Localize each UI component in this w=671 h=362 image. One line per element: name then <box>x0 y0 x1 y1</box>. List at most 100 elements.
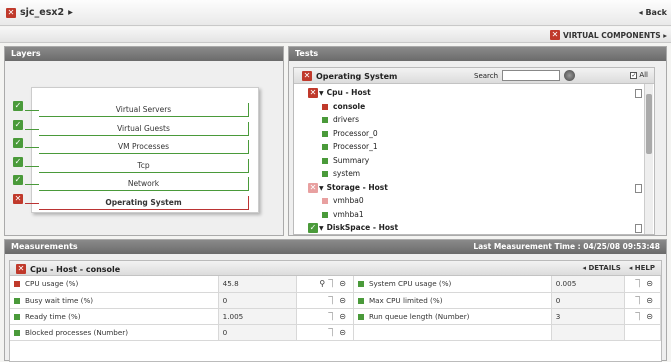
history-icon[interactable]: ⊝ <box>339 279 346 288</box>
history-icon[interactable]: ⊝ <box>339 312 346 321</box>
measurement-value <box>551 324 625 341</box>
search-input[interactable] <box>502 70 560 81</box>
chart-icon[interactable]: ⏋ <box>328 295 336 306</box>
test-group-label: DiskSpace - Host <box>326 223 399 232</box>
server-title[interactable]: ✕ sjc_esx2 ▸ <box>6 7 73 18</box>
test-tree: ✕ ▼ Cpu - Host console drivers Processor_0 Pro… <box>308 88 648 234</box>
status-square-icon <box>322 144 328 150</box>
layer-item[interactable]: ✕ Operating System <box>13 193 256 210</box>
layer-label: Tcp <box>39 158 249 173</box>
back-link[interactable]: ◂ Back <box>639 8 667 17</box>
tests-title: Tests <box>289 47 666 61</box>
history-icon[interactable]: ⊝ <box>339 328 346 337</box>
test-item-label: vmhba1 <box>333 209 364 219</box>
measurement-label: Blocked processes (Number) <box>25 327 129 337</box>
measurements-panel: Measurements Last Measurement Time : 04/… <box>4 239 667 362</box>
tests-scrollbar[interactable] <box>644 84 653 234</box>
chevron-right-icon: ▸ <box>68 7 73 18</box>
virtual-components-link[interactable]: ✕ VIRTUAL COMPONENTS ▸ <box>550 30 667 40</box>
status-square-icon <box>322 157 328 164</box>
search-go-icon[interactable] <box>564 70 575 81</box>
red-x-icon: ✕ <box>6 7 16 18</box>
chart-icon[interactable]: ⏋ <box>328 327 336 338</box>
layer-label: Network <box>39 177 249 191</box>
document-icon[interactable] <box>635 224 642 233</box>
green-check-icon: ✓ <box>13 156 23 167</box>
all-checkbox[interactable]: ✓ All <box>630 71 648 79</box>
layer-item[interactable]: ✓ Tcp <box>13 156 256 173</box>
test-group[interactable]: ✓ ▼ DiskSpace - Host <box>308 223 648 234</box>
checkbox-icon: ✓ <box>630 71 638 79</box>
virtual-components-label: VIRTUAL COMPONENTS ▸ <box>563 30 667 40</box>
expand-arrow-icon[interactable]: ▼ <box>319 185 324 192</box>
green-check-icon: ✓ <box>13 101 23 111</box>
connector-line <box>25 165 39 167</box>
measurement-section-label: Cpu - Host - console <box>30 264 121 274</box>
red-x-icon: ✕ <box>550 30 560 40</box>
measurement-value: 0 <box>551 292 625 309</box>
test-item[interactable]: Processor_1 <box>308 142 648 156</box>
details-link[interactable]: ◂ DETAILS <box>583 264 621 272</box>
test-item-label: drivers <box>333 115 359 124</box>
tests-section-label: Operating System <box>316 71 398 81</box>
tests-panel: Tests ✕ Operating System Search ✓ All ✕ ▼… <box>288 46 667 236</box>
connector-line <box>25 110 39 111</box>
status-square-icon <box>322 198 328 204</box>
test-item-label: Processor_0 <box>333 128 378 138</box>
top-bar: ✕ sjc_esx2 ▸ ◂ Back <box>0 0 671 26</box>
measurement-section-title: ✕ Cpu - Host - console <box>16 264 120 274</box>
red-x-icon: ✕ <box>16 264 26 274</box>
test-item[interactable]: drivers <box>308 115 648 129</box>
test-item[interactable]: vmhba1 <box>308 210 648 224</box>
chart-icon[interactable]: ⏋ <box>328 278 336 289</box>
status-square-icon <box>357 297 364 304</box>
test-group[interactable]: ✕ ▼ Storage - Host <box>308 182 648 197</box>
expand-arrow-icon[interactable]: ▼ <box>319 225 324 232</box>
status-square-icon <box>322 103 328 110</box>
magnifier-icon[interactable]: ⚲ <box>319 279 325 288</box>
expand-arrow-icon[interactable]: ▼ <box>319 90 324 97</box>
test-group[interactable]: ✕ ▼ Cpu - Host <box>308 88 648 102</box>
status-square-icon <box>14 281 20 288</box>
help-link[interactable]: ◂ HELP <box>629 264 655 272</box>
layer-item[interactable]: ✓ VM Processes <box>13 138 256 154</box>
history-icon[interactable]: ⊝ <box>646 279 653 288</box>
status-square-icon <box>322 171 328 177</box>
last-measurement-time: Last Measurement Time : 04/25/08 09:53:4… <box>473 242 660 251</box>
measurement-label: Max CPU limited (%) <box>368 295 443 305</box>
document-icon[interactable] <box>635 89 642 98</box>
measurements-header: Measurements Last Measurement Time : 04/… <box>5 240 666 254</box>
server-name: sjc_esx2 <box>20 7 65 18</box>
layer-item[interactable]: ✓ Virtual Servers <box>13 101 256 117</box>
document-icon[interactable] <box>635 183 642 193</box>
chart-icon[interactable]: ⏋ <box>635 278 643 289</box>
test-item-label: Summary <box>333 155 370 165</box>
measurement-value: 45.8 <box>218 276 297 293</box>
status-square-icon <box>357 281 364 288</box>
connector-line <box>25 202 39 204</box>
measurement-value: 0 <box>218 292 297 309</box>
history-icon[interactable]: ⊝ <box>646 296 653 305</box>
measurement-label: Ready time (%) <box>25 311 81 321</box>
test-item[interactable]: Summary <box>308 156 648 170</box>
chart-icon[interactable]: ⏋ <box>635 295 643 306</box>
chart-icon[interactable]: ⏋ <box>328 311 336 322</box>
red-x-icon: ✕ <box>302 71 312 81</box>
green-check-icon: ✓ <box>13 138 23 148</box>
history-icon[interactable]: ⊝ <box>339 296 346 305</box>
scroll-thumb[interactable] <box>646 94 652 154</box>
measurement-value: 0.005 <box>551 276 625 293</box>
test-item[interactable]: Processor_0 <box>308 129 648 143</box>
measurement-label: CPU usage (%) <box>25 279 79 289</box>
measurement-value: 1.005 <box>218 308 297 325</box>
history-icon[interactable]: ⊝ <box>646 312 653 321</box>
test-item[interactable]: console <box>308 102 648 116</box>
test-group-label: Cpu - Host <box>326 88 371 97</box>
layer-label: VM Processes <box>39 140 249 154</box>
connector-line <box>25 128 39 130</box>
test-item[interactable]: system <box>308 169 648 183</box>
chart-icon[interactable]: ⏋ <box>635 311 643 322</box>
layer-item[interactable]: ✓ Virtual Guests <box>13 119 256 136</box>
test-item[interactable]: vmhba0 <box>308 196 648 210</box>
layer-item[interactable]: ✓ Network <box>13 175 256 191</box>
